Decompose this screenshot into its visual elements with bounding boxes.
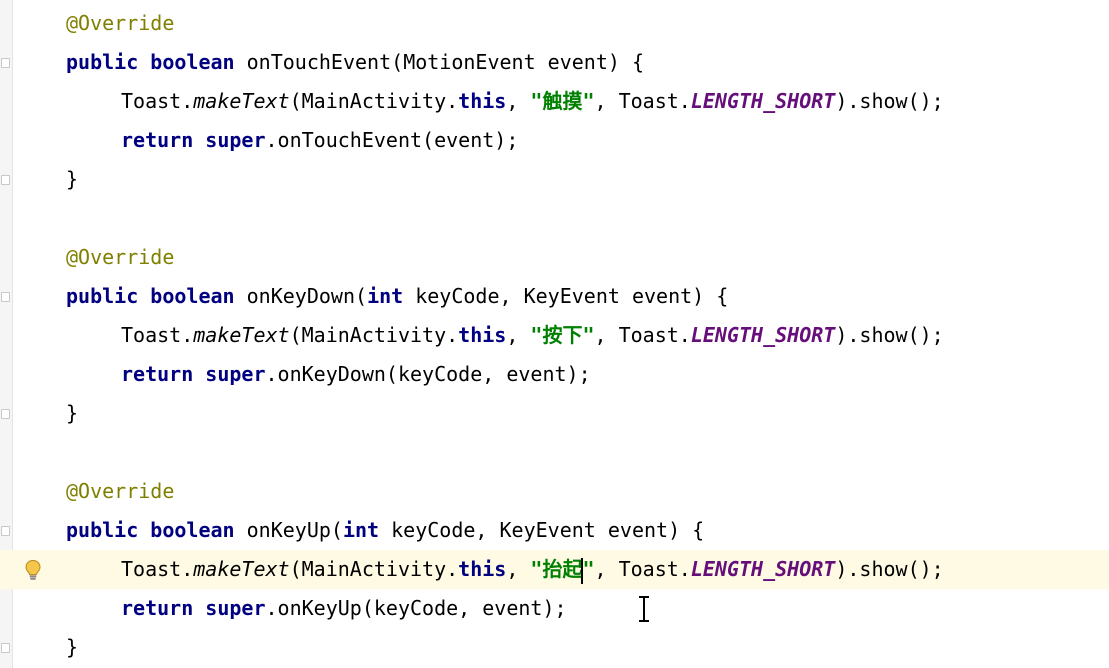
string-literal: "按下": [530, 323, 595, 347]
closing-brace: }: [66, 635, 79, 659]
text-cursor-icon: [639, 596, 649, 622]
code-line[interactable]: return super.onKeyUp(keyCode, event);: [0, 589, 1109, 628]
code-line[interactable]: @Override: [0, 472, 1109, 511]
toast-statement: Toast.makeText(MainActivity.this, "触摸", …: [121, 89, 944, 113]
string-literal: "抬起: [530, 557, 583, 581]
code-line[interactable]: @Override: [0, 4, 1109, 43]
toast-statement: Toast.makeText(MainActivity.this, "抬起", …: [121, 550, 944, 589]
annotation-override: @Override: [66, 11, 175, 35]
annotation-override: @Override: [66, 479, 175, 503]
code-editor[interactable]: @Override public boolean onTouchEvent(Mo…: [0, 0, 1109, 668]
return-statement: return super.onKeyUp(keyCode, event);: [121, 596, 567, 620]
lightbulb-icon[interactable]: [23, 559, 43, 581]
code-line[interactable]: }: [0, 628, 1109, 667]
string-literal: "触摸": [530, 89, 595, 113]
code-line[interactable]: }: [0, 394, 1109, 433]
code-line[interactable]: @Override: [0, 238, 1109, 277]
return-statement: return super.onKeyDown(keyCode, event);: [121, 362, 591, 386]
code-line[interactable]: public boolean onKeyDown(int keyCode, Ke…: [0, 277, 1109, 316]
code-line[interactable]: Toast.makeText(MainActivity.this, "按下", …: [0, 316, 1109, 355]
toast-statement: Toast.makeText(MainActivity.this, "按下", …: [121, 323, 944, 347]
code-line[interactable]: }: [0, 160, 1109, 199]
annotation-override: @Override: [66, 245, 175, 269]
code-line[interactable]: return super.onTouchEvent(event);: [0, 121, 1109, 160]
method-declaration: public boolean onKeyUp(int keyCode, KeyE…: [66, 518, 705, 542]
closing-brace: }: [66, 167, 79, 191]
closing-brace: }: [66, 401, 79, 425]
code-line[interactable]: Toast.makeText(MainActivity.this, "触摸", …: [0, 82, 1109, 121]
code-line[interactable]: return super.onKeyDown(keyCode, event);: [0, 355, 1109, 394]
code-line[interactable]: public boolean onKeyUp(int keyCode, KeyE…: [0, 511, 1109, 550]
return-statement: return super.onTouchEvent(event);: [121, 128, 519, 152]
method-declaration: public boolean onTouchEvent(MotionEvent …: [66, 50, 645, 74]
current-code-line[interactable]: Toast.makeText(MainActivity.this, "抬起", …: [0, 550, 1109, 589]
code-line[interactable]: public boolean onTouchEvent(MotionEvent …: [0, 43, 1109, 82]
method-declaration: public boolean onKeyDown(int keyCode, Ke…: [66, 284, 729, 308]
